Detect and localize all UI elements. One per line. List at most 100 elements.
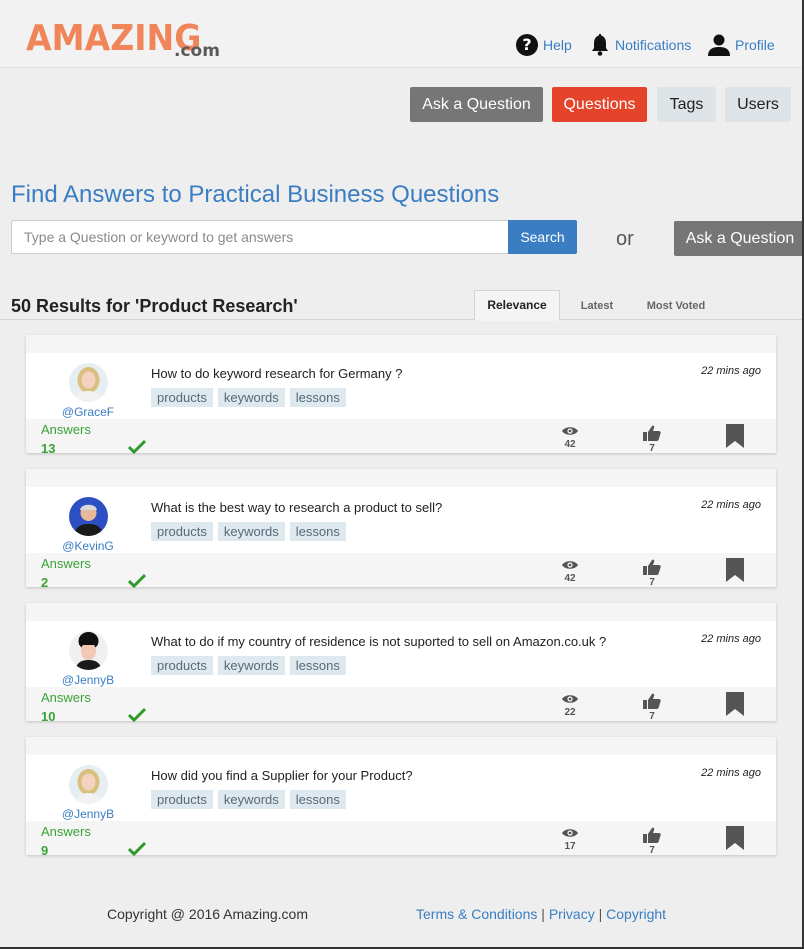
notifications-link[interactable]: Notifications bbox=[590, 30, 691, 60]
tag[interactable]: keywords bbox=[217, 388, 285, 407]
tag[interactable]: lessons bbox=[289, 656, 346, 675]
question-card[interactable]: @GraceF Answers 13 How to do keyword res… bbox=[26, 335, 776, 456]
username[interactable]: @JennyB bbox=[46, 807, 130, 821]
search-button[interactable]: Search bbox=[508, 220, 577, 254]
views-stat: 42 bbox=[555, 425, 585, 450]
tag[interactable]: lessons bbox=[289, 522, 346, 541]
tag-list: products keywords lessons bbox=[151, 790, 346, 809]
footer-copyright: Copyright @ 2016 Amazing.com bbox=[107, 906, 308, 922]
thumbs-up-icon[interactable] bbox=[643, 559, 661, 575]
results-heading: 50 Results for 'Product Research' bbox=[11, 296, 298, 316]
avatar[interactable] bbox=[69, 765, 108, 804]
views-stat: 17 bbox=[555, 827, 585, 852]
eye-icon bbox=[562, 829, 578, 837]
tag[interactable]: keywords bbox=[217, 522, 285, 541]
tag[interactable]: products bbox=[151, 656, 213, 675]
user-icon bbox=[708, 34, 730, 56]
tag[interactable]: products bbox=[151, 388, 213, 407]
help-label: Help bbox=[543, 37, 572, 53]
answers-label: Answers bbox=[41, 824, 91, 839]
timestamp: 22 mins ago bbox=[701, 767, 761, 779]
profile-link[interactable]: Profile bbox=[708, 30, 775, 60]
question-title[interactable]: What is the best way to research a produ… bbox=[151, 500, 442, 515]
question-card[interactable]: @JennyB Answers 9 How did you find a Sup… bbox=[26, 737, 776, 858]
views-stat: 42 bbox=[555, 559, 585, 584]
answers-count: 2 bbox=[41, 575, 49, 590]
tag[interactable]: products bbox=[151, 790, 213, 809]
votes-stat[interactable]: 7 bbox=[637, 693, 667, 722]
bookmark-icon[interactable] bbox=[725, 424, 745, 448]
check-icon bbox=[128, 841, 146, 857]
check-icon bbox=[128, 707, 146, 723]
tab-latest[interactable]: Latest bbox=[576, 300, 618, 312]
ask-question-button[interactable]: Ask a Question bbox=[410, 87, 543, 122]
avatar[interactable] bbox=[69, 497, 108, 536]
answers-count: 10 bbox=[41, 709, 56, 724]
tags-button[interactable]: Tags bbox=[657, 87, 716, 122]
check-icon bbox=[128, 573, 146, 589]
tag-list: products keywords lessons bbox=[151, 656, 346, 675]
questions-button[interactable]: Questions bbox=[552, 87, 647, 122]
username[interactable]: @GraceF bbox=[46, 405, 130, 419]
question-title[interactable]: What to do if my country of residence is… bbox=[151, 634, 606, 649]
check-icon bbox=[128, 439, 146, 455]
answers-count: 9 bbox=[41, 843, 49, 858]
username[interactable]: @JennyB bbox=[46, 673, 130, 687]
tag-list: products keywords lessons bbox=[151, 522, 346, 541]
logo[interactable]: AMAZING .com bbox=[26, 20, 220, 62]
help-link[interactable]: ? Help bbox=[516, 30, 572, 60]
tag[interactable]: lessons bbox=[289, 388, 346, 407]
thumbs-up-icon[interactable] bbox=[643, 693, 661, 709]
ask-question-hero-button[interactable]: Ask a Question bbox=[674, 221, 804, 256]
avatar[interactable] bbox=[69, 631, 108, 670]
bookmark-icon[interactable] bbox=[725, 692, 745, 716]
tag[interactable]: products bbox=[151, 522, 213, 541]
answers-count: 13 bbox=[41, 441, 56, 456]
search-input[interactable] bbox=[11, 220, 509, 254]
question-title[interactable]: How to do keyword research for Germany ? bbox=[151, 366, 402, 381]
thumbs-up-icon[interactable] bbox=[643, 827, 661, 843]
tag[interactable]: keywords bbox=[217, 656, 285, 675]
timestamp: 22 mins ago bbox=[701, 499, 761, 511]
question-card[interactable]: @KevinG Answers 2 What is the best way t… bbox=[26, 469, 776, 590]
avatar[interactable] bbox=[69, 363, 108, 402]
card-body bbox=[26, 353, 776, 419]
votes-count: 7 bbox=[649, 443, 655, 454]
card-body bbox=[26, 755, 776, 821]
footer-links: Terms & Conditions | Privacy | Copyright bbox=[416, 906, 666, 922]
bell-icon bbox=[592, 34, 608, 56]
thumbs-up-icon[interactable] bbox=[643, 425, 661, 441]
tag[interactable]: keywords bbox=[217, 790, 285, 809]
eye-icon bbox=[562, 695, 578, 703]
tag-list: products keywords lessons bbox=[151, 388, 346, 407]
votes-count: 7 bbox=[649, 577, 655, 588]
footer-sep: | bbox=[594, 906, 607, 922]
notifications-label: Notifications bbox=[615, 37, 692, 53]
question-card[interactable]: @JennyB Answers 10 What to do if my coun… bbox=[26, 603, 776, 724]
bookmark-icon[interactable] bbox=[725, 826, 745, 850]
bookmark-icon[interactable] bbox=[725, 558, 745, 582]
users-button[interactable]: Users bbox=[725, 87, 791, 122]
footer-sep: | bbox=[537, 906, 549, 922]
answers-label: Answers bbox=[41, 556, 91, 571]
results-divider bbox=[0, 319, 802, 320]
terms-link[interactable]: Terms & Conditions bbox=[416, 906, 537, 922]
tab-relevance[interactable]: Relevance bbox=[474, 290, 560, 321]
profile-label: Profile bbox=[735, 37, 775, 53]
votes-stat[interactable]: 7 bbox=[637, 559, 667, 588]
votes-stat[interactable]: 7 bbox=[637, 827, 667, 856]
tab-most-voted[interactable]: Most Voted bbox=[640, 300, 712, 312]
votes-count: 7 bbox=[649, 845, 655, 856]
votes-count: 7 bbox=[649, 711, 655, 722]
votes-stat[interactable]: 7 bbox=[637, 425, 667, 454]
answers-label: Answers bbox=[41, 690, 91, 705]
question-title[interactable]: How did you find a Supplier for your Pro… bbox=[151, 768, 413, 783]
timestamp: 22 mins ago bbox=[701, 633, 761, 645]
page-title: Find Answers to Practical Business Quest… bbox=[11, 181, 500, 208]
copyright-link[interactable]: Copyright bbox=[606, 906, 666, 922]
top-bar: AMAZING .com ? Help Notifications Profil… bbox=[0, 0, 802, 68]
privacy-link[interactable]: Privacy bbox=[549, 906, 595, 922]
username[interactable]: @KevinG bbox=[46, 539, 130, 553]
tag[interactable]: lessons bbox=[289, 790, 346, 809]
views-stat: 22 bbox=[555, 693, 585, 718]
